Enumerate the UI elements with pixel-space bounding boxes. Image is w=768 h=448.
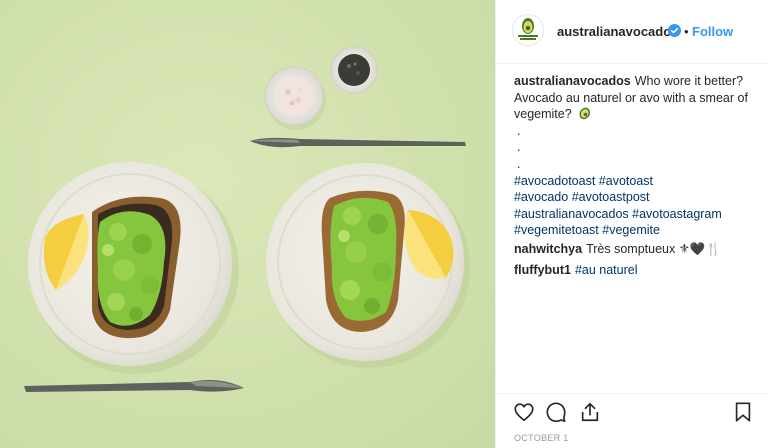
hashtag[interactable]: #avotoast: [599, 174, 653, 188]
hashtag[interactable]: #avocadotoast: [514, 174, 595, 188]
hashtag[interactable]: #avotoastpost: [572, 190, 650, 204]
bookmark-icon[interactable]: [732, 401, 754, 423]
hashtag[interactable]: #vegemite: [602, 223, 660, 237]
comment-item: fluffybut1 #au naturel: [514, 262, 752, 279]
caption-line-3-wrap: vegemite?: [514, 106, 752, 123]
comment-username[interactable]: nahwitchya: [514, 242, 582, 256]
caption-dot-3: .: [517, 156, 521, 171]
caption-line-2: Avocado au naturel or avo with a smear o…: [514, 90, 748, 105]
avatar[interactable]: [512, 14, 544, 46]
follow-button[interactable]: Follow: [692, 24, 733, 39]
hashtag[interactable]: #avotoastagram: [632, 207, 722, 221]
hashtag[interactable]: #avocado: [514, 190, 568, 204]
avocado-logo-icon: [518, 18, 538, 40]
post-username[interactable]: australianavocados: [557, 24, 678, 39]
post-header: australianavocados • Follow: [496, 0, 768, 64]
post-photo[interactable]: [0, 0, 495, 448]
hashtag-line-4: #vegemitetoast #vegemite: [514, 222, 752, 239]
post-date[interactable]: OCTOBER 1: [514, 433, 569, 443]
hashtag-line-1: #avocadotoast #avotoast: [514, 173, 752, 190]
comments-section: australianavocados Who wore it better? Av…: [514, 73, 752, 278]
caption: australianavocados Who wore it better? Av…: [514, 73, 752, 239]
caption-username[interactable]: australianavocados: [514, 74, 631, 88]
hashtag[interactable]: #australianavocados: [514, 207, 629, 221]
comment-icon[interactable]: [545, 401, 567, 423]
share-icon[interactable]: [579, 401, 601, 423]
post-sidebar: australianavocados • Follow australianav…: [495, 0, 768, 448]
pepper-bowl: [330, 46, 378, 94]
comment-text: Très somptueux ⚜🖤🍴: [586, 241, 722, 256]
caption-dot-1: .: [517, 123, 521, 138]
verified-badge-icon: [668, 24, 681, 37]
comment-username[interactable]: fluffybut1: [514, 263, 571, 277]
header-separator: •: [684, 24, 689, 39]
avocado-icon: [579, 107, 591, 120]
caption-line-1: Who wore it better?: [634, 74, 744, 88]
hashtag[interactable]: #vegemitetoast: [514, 223, 599, 237]
heart-icon[interactable]: [513, 401, 535, 423]
hashtag-line-2: #avocado #avotoastpost: [514, 189, 752, 206]
comment-hashtag[interactable]: #au naturel: [575, 263, 638, 277]
comment-item: nahwitchya Très somptueux ⚜🖤🍴: [514, 241, 752, 258]
hashtag-line-3: #australianavocados #avotoastagram: [514, 206, 752, 223]
caption-dot-2: .: [517, 140, 521, 155]
avocado-toast-photo: [0, 0, 495, 448]
caption-line-3: vegemite?: [514, 107, 572, 122]
